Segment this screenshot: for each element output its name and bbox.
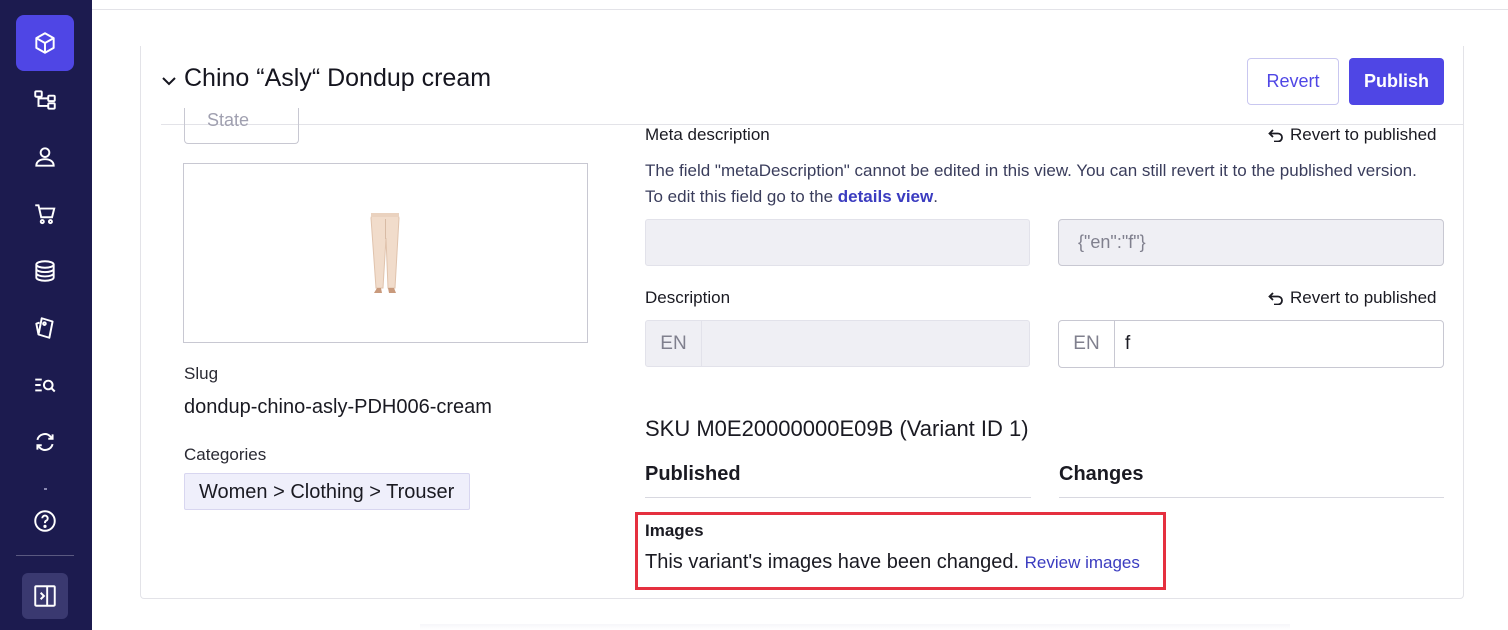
nav-orders[interactable] (16, 186, 74, 242)
revert-button[interactable]: Revert (1247, 58, 1339, 105)
categories-label: Categories (184, 445, 267, 464)
language-tag: EN (1059, 321, 1115, 367)
changes-divider (1059, 497, 1444, 498)
description-input-value: f (1125, 333, 1131, 354)
cube-icon (35, 32, 55, 54)
undo-icon (1268, 129, 1283, 142)
hierarchy-icon (34, 90, 56, 110)
search-list-icon (35, 378, 56, 393)
images-label: Images (645, 521, 704, 540)
published-divider (645, 497, 1031, 498)
coins-icon (35, 260, 55, 282)
description-label: Description (645, 288, 731, 307)
state-button[interactable]: State (184, 108, 299, 144)
meta-revert-link[interactable]: Revert to published (1268, 125, 1436, 145)
meta-changed-field: {"en":"f"} (1058, 219, 1444, 266)
sidebar-divider (16, 555, 74, 556)
changes-column-header: Changes (1059, 463, 1144, 485)
help-button[interactable] (16, 493, 74, 549)
publish-button[interactable]: Publish (1349, 58, 1444, 105)
cart-icon (35, 204, 56, 225)
details-view-link[interactable]: details view (838, 187, 933, 206)
panel-toggle-icon (34, 585, 56, 607)
nav-search[interactable] (16, 357, 74, 413)
user-icon (35, 147, 55, 167)
description-changed-field[interactable]: EN f (1058, 320, 1444, 368)
slug-label: Slug (184, 364, 219, 383)
bottom-shadow (420, 624, 1290, 630)
nav-pricing[interactable] (16, 300, 74, 356)
sidebar-scroll-hint (44, 488, 47, 490)
images-changed-message: This variant's images have been changed.… (645, 551, 1140, 573)
state-label: State (207, 110, 250, 130)
variant-sku-heading: SKU M0E20000000E09B (Variant ID 1) (645, 416, 1029, 441)
sync-icon (36, 433, 54, 451)
sidebar (0, 0, 92, 630)
meta-help-text: The field "metaDescription" cannot be ed… (645, 161, 1417, 206)
meta-revert-label: Revert to published (1290, 125, 1437, 144)
category-chip[interactable]: Women > Clothing > Trouser (184, 473, 470, 510)
undo-icon (1268, 292, 1283, 305)
top-divider (92, 9, 1508, 10)
description-revert-label: Revert to published (1290, 288, 1437, 307)
nav-categories[interactable] (16, 72, 74, 128)
panel-toggle-button[interactable] (22, 573, 68, 619)
nav-customers[interactable] (16, 129, 74, 185)
meta-description-label: Meta description (645, 125, 770, 144)
page-title: Chino “Asly“ Dondup cream (184, 64, 492, 92)
product-image (183, 163, 588, 343)
meta-published-field (645, 219, 1030, 266)
help-icon (34, 510, 56, 532)
review-images-link[interactable]: Review images (1025, 553, 1140, 572)
language-tag: EN (646, 321, 702, 366)
nav-sync[interactable] (16, 414, 74, 470)
nav-discounts[interactable] (16, 243, 74, 299)
published-column-header: Published (645, 463, 741, 485)
description-published-field: EN (645, 320, 1030, 367)
chevron-down-icon[interactable] (160, 72, 178, 90)
description-revert-link[interactable]: Revert to published (1268, 288, 1436, 308)
nav-products[interactable] (16, 15, 74, 71)
slug-value: dondup-chino-asly-PDH006-cream (184, 396, 492, 418)
tags-icon (35, 317, 54, 339)
trousers-image (370, 213, 400, 293)
